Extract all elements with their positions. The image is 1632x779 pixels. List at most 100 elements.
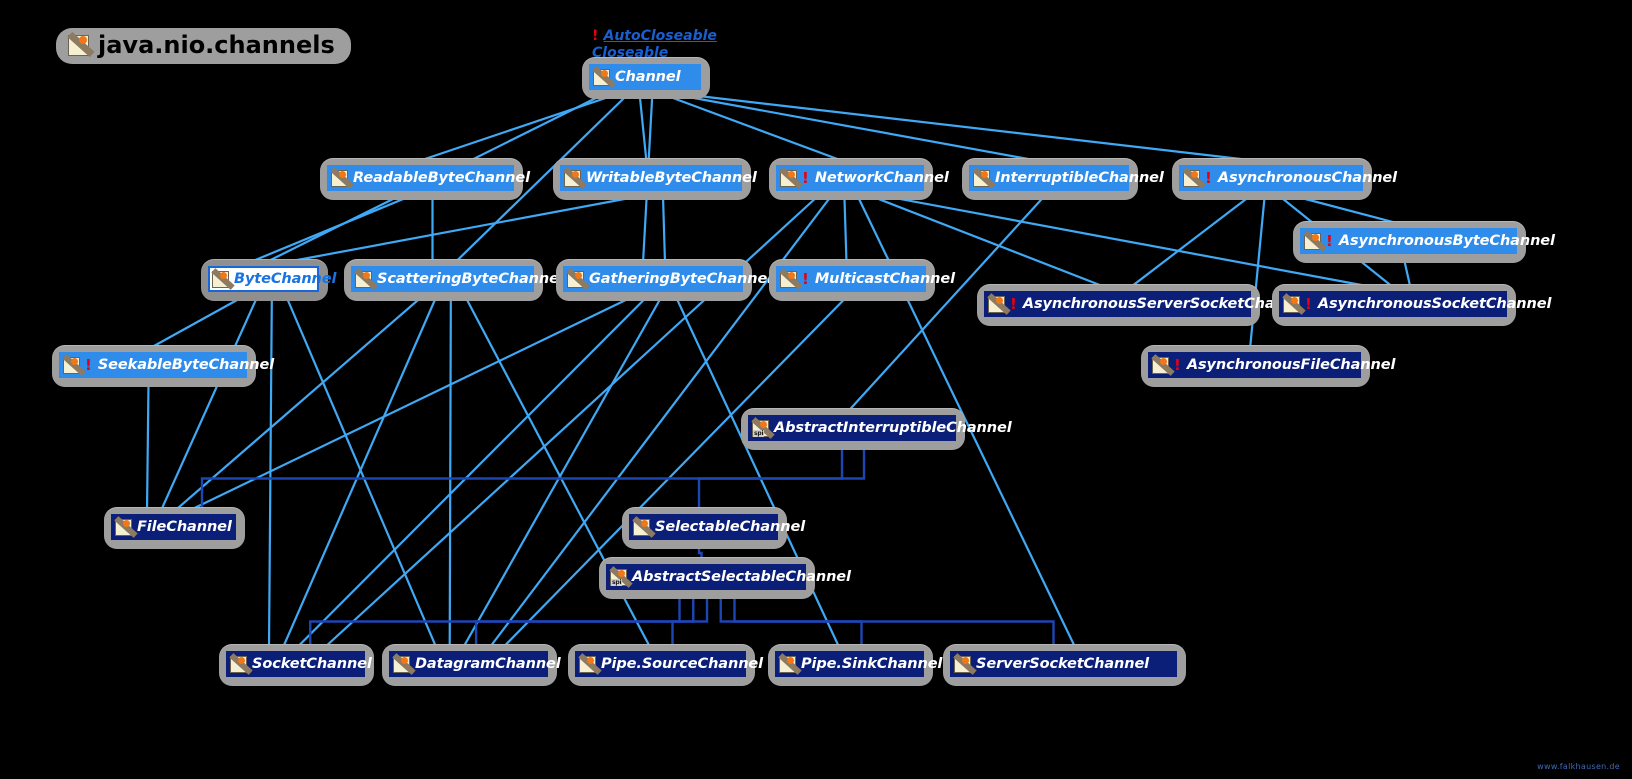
java-class-icon: [632, 515, 656, 538]
new-marker-icon: !: [592, 28, 599, 44]
java-class-icon: [330, 166, 354, 189]
edge-scatteringbyte-to-datagramchannel: [448, 296, 452, 649]
edge-abstractselectable-to-datagramchannel: [474, 595, 695, 648]
new-marker-icon: !: [1010, 294, 1017, 313]
java-class-icon: [1303, 229, 1327, 252]
supertype-autocloseable[interactable]: ! AutoCloseable: [592, 27, 717, 44]
class-node-label: ByteChannel: [234, 270, 337, 287]
class-node-label: AsynchronousChannel: [1217, 169, 1398, 186]
node-plate: ! AsynchronousServerSocketChannel: [984, 291, 1310, 317]
new-marker-icon: !: [1174, 355, 1181, 374]
java-class-icon: [392, 652, 416, 675]
class-node-label: AbstractInterruptibleChannel: [774, 419, 1012, 436]
node-plate: ! AsynchronousSocketChannel: [1279, 291, 1551, 317]
edge-gatheringbyte-to-socketchannel: [295, 296, 648, 649]
java-class-icon: [972, 166, 996, 189]
node-plate: ! AsynchronousChannel: [1179, 165, 1397, 191]
node-plate: SelectableChannel: [629, 514, 805, 540]
node-plate: Channel: [589, 64, 701, 90]
class-node-label: ScatteringByteChannel: [377, 270, 564, 287]
class-node-label: Channel: [615, 68, 681, 85]
package-title-label: java.nio.channels: [98, 31, 335, 59]
class-node-label: Pipe.SourceChannel: [601, 655, 764, 672]
class-node-label: MulticastChannel: [814, 270, 956, 287]
node-plate: ReadableByteChannel: [327, 165, 530, 191]
java-class-icon: [592, 65, 616, 88]
supertype-link-label[interactable]: AutoCloseable: [603, 28, 716, 44]
class-node-filechannel[interactable]: FileChannel: [104, 507, 245, 549]
class-node-label: AsynchronousByteChannel: [1338, 232, 1555, 249]
class-node-abstractselectable[interactable]: spi AbstractSelectableChannel: [599, 557, 851, 599]
node-plate: ServerSocketChannel: [950, 651, 1177, 677]
class-node-pipesink[interactable]: Pipe.SinkChannel: [768, 644, 942, 686]
node-plate: InterruptibleChannel: [969, 165, 1164, 191]
class-node-asyncfile[interactable]: ! AsynchronousFileChannel: [1141, 345, 1395, 387]
java-class-icon: [987, 292, 1011, 315]
java-spi-class-icon: spi: [609, 565, 633, 588]
new-marker-icon: !: [802, 269, 809, 288]
edge-channel-to-interruptible: [677, 93, 1045, 164]
class-node-label: AsynchronousFileChannel: [1186, 356, 1396, 373]
class-node-label: WritableByteChannel: [586, 169, 757, 186]
edge-channel-to-network: [664, 93, 846, 164]
class-node-bytechannel[interactable]: ByteChannel: [201, 259, 336, 301]
java-class-icon: [114, 515, 138, 538]
class-node-interruptible[interactable]: InterruptibleChannel: [962, 158, 1164, 200]
class-node-label: DatagramChannel: [415, 655, 561, 672]
class-node-serversocket[interactable]: ServerSocketChannel: [943, 644, 1186, 686]
node-plate: SocketChannel: [226, 651, 372, 677]
package-title: java.nio.channels: [56, 28, 351, 64]
edge-asynchronous-to-asyncfile: [1248, 195, 1266, 350]
class-node-label: SeekableByteChannel: [97, 356, 275, 373]
class-node-asyncserversocket[interactable]: ! AsynchronousServerSocketChannel: [977, 284, 1310, 326]
edge-asynchronous-to-asyncserversocket: [1128, 195, 1251, 289]
new-marker-icon: !: [802, 168, 809, 187]
class-node-abstractinterrupt[interactable]: spi AbstractInterruptibleChannel: [741, 408, 1012, 450]
edge-abstractselectable-to-pipesource: [671, 595, 709, 648]
class-node-readablebyte[interactable]: ReadableByteChannel: [320, 158, 530, 200]
class-node-label: SelectableChannel: [655, 518, 806, 535]
java-class-icon: [211, 267, 235, 290]
java-class-icon: [229, 652, 253, 675]
class-node-seekablebyte[interactable]: ! SeekableByteChannel: [52, 345, 274, 387]
node-plate: ByteChannel: [208, 266, 336, 292]
java-class-icon: [578, 652, 602, 675]
new-marker-icon: !: [1305, 294, 1312, 313]
class-node-label: AsynchronousSocketChannel: [1317, 295, 1552, 312]
class-node-label: ServerSocketChannel: [976, 655, 1150, 672]
class-node-multicast[interactable]: ! MulticastChannel: [769, 259, 955, 301]
class-node-socketchannel[interactable]: SocketChannel: [219, 644, 374, 686]
edge-seekablebyte-to-filechannel: [145, 382, 150, 512]
supertype-links: ! AutoCloseable Closeable: [592, 27, 717, 61]
class-node-channel[interactable]: Channel: [582, 57, 710, 99]
java-class-icon: [566, 267, 590, 290]
java-package-icon: [67, 31, 95, 57]
java-class-icon: [953, 652, 977, 675]
class-node-label: GatheringByteChannel: [589, 270, 773, 287]
class-node-asyncbyte[interactable]: ! AsynchronousByteChannel: [1293, 221, 1555, 263]
class-diagram-canvas: java.nio.channels ! AutoCloseable Closea…: [0, 0, 1632, 779]
class-node-label: AbstractSelectableChannel: [632, 568, 851, 585]
class-node-asyncsocket[interactable]: ! AsynchronousSocketChannel: [1272, 284, 1551, 326]
class-node-pipesource[interactable]: Pipe.SourceChannel: [568, 644, 763, 686]
class-node-gatheringbyte[interactable]: GatheringByteChannel: [556, 259, 772, 301]
class-node-writablebyte[interactable]: WritableByteChannel: [553, 158, 757, 200]
class-node-network[interactable]: ! NetworkChannel: [769, 158, 949, 200]
edge-bytechannel-to-seekablebyte: [147, 296, 244, 350]
edge-channel-to-asynchronous: [689, 93, 1267, 164]
class-node-scatteringbyte[interactable]: ScatteringByteChannel: [344, 259, 564, 301]
class-node-selectable[interactable]: SelectableChannel: [622, 507, 805, 549]
node-plate: WritableByteChannel: [560, 165, 757, 191]
class-node-datagramchannel[interactable]: DatagramChannel: [382, 644, 561, 686]
java-class-icon: [779, 166, 803, 189]
node-plate: ! AsynchronousByteChannel: [1300, 228, 1555, 254]
node-plate: ! AsynchronousFileChannel: [1148, 352, 1395, 378]
java-spi-class-icon: spi: [751, 416, 775, 439]
class-node-label: ReadableByteChannel: [353, 169, 530, 186]
new-marker-icon: !: [1326, 231, 1333, 250]
class-node-asynchronous[interactable]: ! AsynchronousChannel: [1172, 158, 1397, 200]
java-class-icon: [778, 652, 802, 675]
node-plate: ! SeekableByteChannel: [59, 352, 274, 378]
new-marker-icon: !: [1205, 168, 1212, 187]
node-plate: ! MulticastChannel: [776, 266, 955, 292]
